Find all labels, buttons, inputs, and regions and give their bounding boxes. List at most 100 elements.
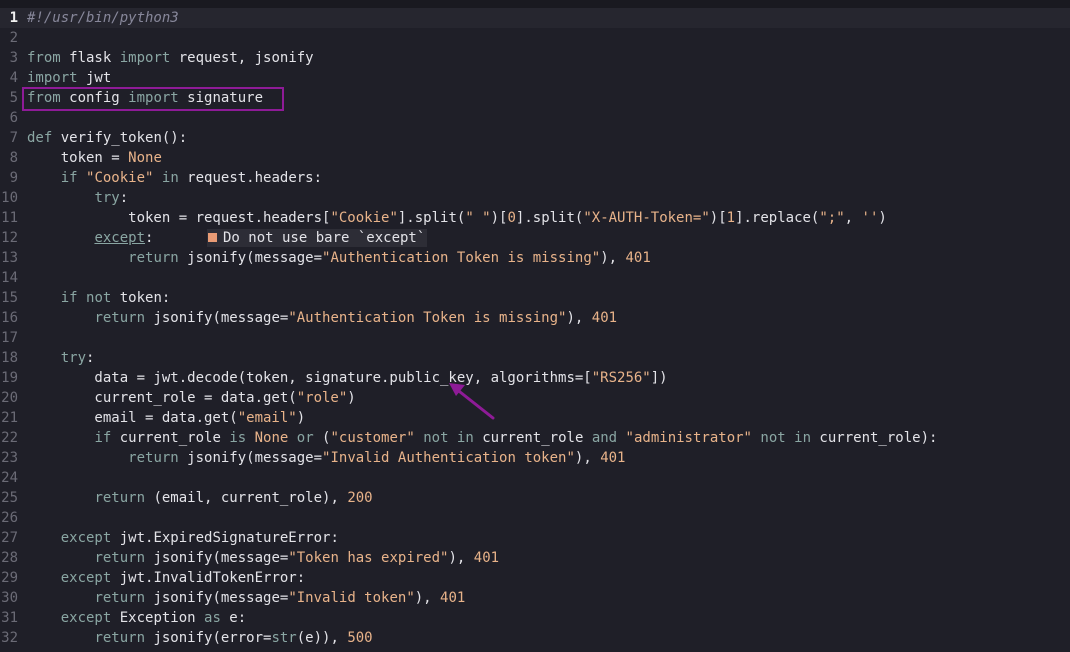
code-line[interactable]: 24: [0, 468, 1070, 488]
code-token: jsonify(message=: [145, 590, 289, 606]
code-token: ].replace(: [735, 210, 820, 226]
line-text: except jwt.ExpiredSignatureError:: [27, 528, 339, 548]
code-line[interactable]: 7 def verify_token():: [0, 128, 1070, 148]
code-line[interactable]: 8 token = None: [0, 148, 1070, 168]
code-token: jwt.ExpiredSignatureError:: [111, 530, 339, 546]
code-token: return: [94, 490, 146, 506]
line-text: try:: [27, 348, 95, 368]
code-token: "email": [237, 410, 297, 426]
code-line[interactable]: 4 import jwt: [0, 68, 1070, 88]
line-text: #!/usr/bin/python3: [27, 8, 179, 28]
code-token: (e)),: [296, 630, 348, 646]
code-token: return: [94, 550, 146, 566]
code-token: jwt: [77, 70, 112, 86]
code-token: and: [591, 430, 618, 446]
inline-diagnostic[interactable]: Do not use bare `except`: [207, 229, 428, 247]
code-line[interactable]: 10 try:: [0, 188, 1070, 208]
code-line[interactable]: 11 token = request.headers["Cookie"].spl…: [0, 208, 1070, 228]
code-token: ),: [414, 590, 441, 606]
code-line[interactable]: 21 email = data.get("email"): [0, 408, 1070, 428]
code-line[interactable]: 28 return jsonify(message="Token has exp…: [0, 548, 1070, 568]
code-token: def: [27, 130, 53, 146]
code-line[interactable]: 16 return jsonify(message="Authenticatio…: [0, 308, 1070, 328]
code-token: not: [86, 290, 112, 306]
code-token: "RS256": [591, 370, 651, 386]
code-token: in: [161, 170, 179, 186]
line-number: 32: [1, 630, 18, 646]
code-token: ): [878, 210, 887, 226]
code-line[interactable]: 32 return jsonify(error=str(e)), 500: [0, 628, 1070, 648]
code-token: jsonify(message=: [145, 310, 289, 326]
code-line[interactable]: 29 except jwt.InvalidTokenError:: [0, 568, 1070, 588]
code-token: "X-AUTH-Token=": [583, 210, 710, 226]
line-text: except:: [27, 228, 153, 248]
line-number: 8: [9, 150, 18, 166]
code-line[interactable]: 25 return (email, current_role), 200: [0, 488, 1070, 508]
code-token: token =: [27, 150, 129, 166]
code-line[interactable]: 22 if current_role is None or ("customer…: [0, 428, 1070, 448]
code-line[interactable]: 3 from flask import request, jsonify: [0, 48, 1070, 68]
code-line[interactable]: 9 if "Cookie" in request.headers:: [0, 168, 1070, 188]
code-token: as: [204, 610, 221, 626]
line-number: 4: [9, 70, 18, 86]
line-number: 20: [1, 390, 18, 406]
code-token: except: [94, 230, 146, 246]
code-token: jsonify(message=: [178, 250, 323, 266]
code-line[interactable]: 14: [0, 268, 1070, 288]
code-line[interactable]: 13 return jsonify(message="Authenticatio…: [0, 248, 1070, 268]
code-token: data = jwt.decode(token, signature.publi…: [27, 370, 592, 386]
code-token: "customer": [330, 430, 415, 446]
code-token: 401: [440, 590, 466, 606]
code-token: verify_token():: [52, 130, 188, 146]
code-line[interactable]: 30 return jsonify(message="Invalid token…: [0, 588, 1070, 608]
code-line[interactable]: 2: [0, 28, 1070, 48]
code-token: jsonify(message=: [145, 550, 289, 566]
code-line[interactable]: 15 if not token:: [0, 288, 1070, 308]
code-token: jwt.InvalidTokenError:: [111, 570, 306, 586]
line-number: 25: [1, 490, 18, 506]
code-token: flask: [60, 50, 120, 66]
line-text: current_role = data.get("role"): [27, 388, 355, 408]
code-line[interactable]: 6: [0, 108, 1070, 128]
warning-square-icon: [208, 233, 217, 242]
code-line[interactable]: 12 except: Do not use bare `except`: [0, 228, 1070, 248]
code-line[interactable]: 18 try:: [0, 348, 1070, 368]
code-line[interactable]: 31 except Exception as e:: [0, 608, 1070, 628]
line-text: token = None: [27, 148, 162, 168]
line-number: 6: [9, 110, 18, 126]
code-line[interactable]: 1 #!/usr/bin/python3: [0, 8, 1070, 28]
code-line[interactable]: 20 current_role = data.get("role"): [0, 388, 1070, 408]
line-text: if current_role is None or ("customer" n…: [27, 428, 937, 448]
code-editor[interactable]: 1 #!/usr/bin/python3 2 3 from flask import r…: [0, 0, 1070, 652]
code-token: #!/usr/bin/python3: [27, 10, 179, 26]
line-number: 12: [1, 230, 18, 246]
code-token: request, jsonify: [170, 50, 314, 66]
code-line[interactable]: 26: [0, 508, 1070, 528]
code-line[interactable]: 23 return jsonify(message="Invalid Authe…: [0, 448, 1070, 468]
line-text: data = jwt.decode(token, signature.publi…: [27, 368, 667, 388]
code-line[interactable]: 19 data = jwt.decode(token, signature.pu…: [0, 368, 1070, 388]
line-text: token = request.headers["Cookie"].split(…: [27, 208, 887, 228]
code-token: ),: [448, 550, 474, 566]
line-number: 10: [1, 190, 18, 206]
code-token: jsonify(error=: [145, 630, 272, 646]
code-token: "Authentication Token is missing": [322, 250, 601, 266]
code-token: jsonify(message=: [178, 450, 323, 466]
code-line[interactable]: 17: [0, 328, 1070, 348]
code-token: e:: [220, 610, 247, 626]
code-token: except: [60, 570, 112, 586]
line-number: 27: [1, 530, 18, 546]
code-line[interactable]: 27 except jwt.ExpiredSignatureError:: [0, 528, 1070, 548]
code-token: 0: [507, 210, 516, 226]
line-text: except Exception as e:: [27, 608, 246, 628]
code-token: "administrator": [625, 430, 752, 446]
code-token: (email, current_role),: [145, 490, 348, 506]
line-text: except jwt.InvalidTokenError:: [27, 568, 305, 588]
